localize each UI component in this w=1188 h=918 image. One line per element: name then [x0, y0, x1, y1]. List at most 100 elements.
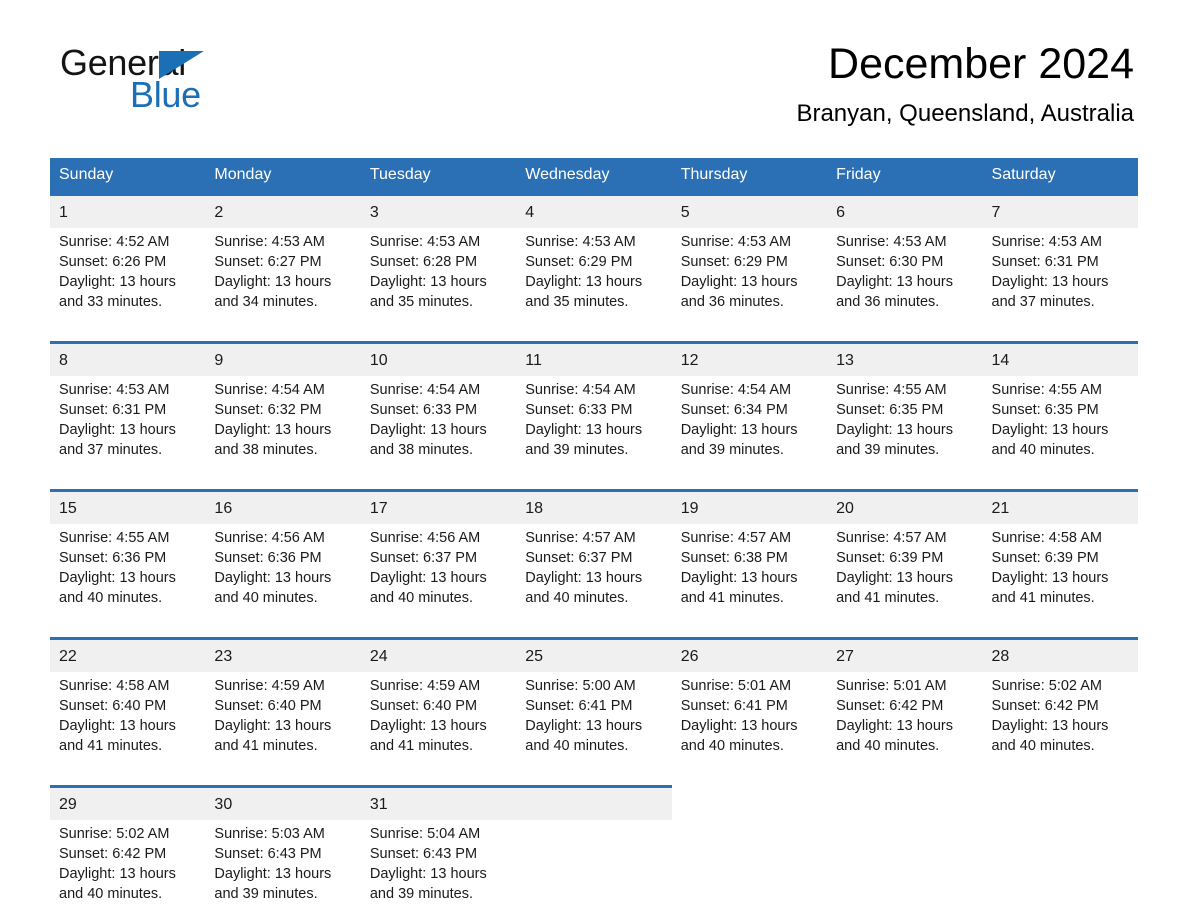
day-cell[interactable]: Sunrise: 4:54 AM Sunset: 6:33 PM Dayligh…: [516, 376, 672, 472]
day-number[interactable]: 1: [50, 193, 206, 228]
day-number[interactable]: 17: [360, 489, 517, 524]
weekday-header-thursday: Thursday: [671, 158, 828, 195]
daylight-text-cont: and 36 minutes.: [836, 294, 940, 310]
day-number[interactable]: 3: [360, 193, 517, 228]
sunrise-text: Sunrise: 5:00 AM: [525, 678, 636, 694]
day-cell[interactable]: Sunrise: 4:57 AM Sunset: 6:37 PM Dayligh…: [516, 524, 672, 620]
sunrise-text: Sunrise: 4:57 AM: [836, 530, 947, 546]
day-number[interactable]: 18: [516, 489, 672, 524]
daylight-text: Daylight: 13 hours: [991, 570, 1109, 586]
day-cell[interactable]: Sunrise: 5:01 AM Sunset: 6:41 PM Dayligh…: [671, 672, 828, 768]
day-cell[interactable]: Sunrise: 4:53 AM Sunset: 6:29 PM Dayligh…: [671, 228, 828, 324]
day-cell[interactable]: Sunrise: 4:56 AM Sunset: 6:37 PM Dayligh…: [360, 524, 517, 620]
sunset-text: Sunset: 6:43 PM: [369, 846, 478, 862]
sunset-text: Sunset: 6:28 PM: [369, 254, 478, 270]
day-number[interactable]: 28: [982, 637, 1138, 672]
day-number[interactable]: 30: [205, 785, 361, 820]
day-cell[interactable]: Sunrise: 4:53 AM Sunset: 6:31 PM Dayligh…: [982, 228, 1138, 324]
day-number[interactable]: 6: [827, 193, 983, 228]
weekday-header-tuesday: Tuesday: [360, 158, 517, 195]
sunset-text: Sunset: 6:31 PM: [991, 254, 1099, 270]
day-number[interactable]: 31: [360, 785, 517, 820]
day-number[interactable]: [516, 785, 672, 820]
week-spacer: [50, 768, 1138, 787]
day-cell[interactable]: Sunrise: 5:04 AM Sunset: 6:43 PM Dayligh…: [360, 820, 517, 916]
day-number[interactable]: 12: [671, 341, 828, 376]
day-number[interactable]: 7: [982, 193, 1138, 228]
sunrise-text: Sunrise: 4:58 AM: [991, 530, 1102, 546]
day-cell[interactable]: Sunrise: 4:59 AM Sunset: 6:40 PM Dayligh…: [360, 672, 517, 768]
day-number[interactable]: 19: [671, 489, 828, 524]
day-number[interactable]: 9: [205, 341, 361, 376]
sunrise-text: Sunrise: 4:53 AM: [214, 234, 325, 250]
day-cell[interactable]: Sunrise: 4:52 AM Sunset: 6:26 PM Dayligh…: [50, 228, 206, 324]
day-cell[interactable]: Sunrise: 5:02 AM Sunset: 6:42 PM Dayligh…: [50, 820, 206, 916]
daylight-text: Daylight: 13 hours: [59, 866, 176, 882]
day-number[interactable]: 23: [205, 637, 361, 672]
week-row-details: Sunrise: 4:53 AM Sunset: 6:31 PM Dayligh…: [50, 376, 1138, 472]
brand-logo: General Blue: [60, 45, 320, 125]
daylight-text: Daylight: 13 hours: [369, 570, 487, 586]
day-number[interactable]: 25: [516, 637, 672, 672]
weekday-header-monday: Monday: [205, 158, 361, 195]
sunrise-text: Sunrise: 4:56 AM: [214, 530, 325, 546]
day-number[interactable]: 24: [360, 637, 517, 672]
day-cell[interactable]: Sunrise: 5:03 AM Sunset: 6:43 PM Dayligh…: [205, 820, 361, 916]
sunset-text: Sunset: 6:39 PM: [836, 550, 944, 566]
day-cell[interactable]: Sunrise: 5:02 AM Sunset: 6:42 PM Dayligh…: [982, 672, 1138, 768]
day-cell[interactable]: Sunrise: 4:53 AM Sunset: 6:30 PM Dayligh…: [827, 228, 983, 324]
weekday-header-sunday: Sunday: [50, 158, 206, 195]
sunset-text: Sunset: 6:41 PM: [525, 698, 633, 714]
daylight-text: Daylight: 13 hours: [59, 422, 176, 438]
empty-day-cell: [671, 786, 828, 820]
day-cell[interactable]: Sunrise: 5:01 AM Sunset: 6:42 PM Dayligh…: [827, 672, 983, 768]
daylight-text: Daylight: 13 hours: [59, 570, 176, 586]
day-number[interactable]: 16: [205, 489, 361, 524]
daylight-text: Daylight: 13 hours: [369, 718, 487, 734]
day-cell[interactable]: Sunrise: 4:58 AM Sunset: 6:39 PM Dayligh…: [982, 524, 1138, 620]
day-number[interactable]: 29: [50, 785, 206, 820]
day-cell[interactable]: Sunrise: 4:55 AM Sunset: 6:35 PM Dayligh…: [982, 376, 1138, 472]
day-cell[interactable]: Sunrise: 4:53 AM Sunset: 6:29 PM Dayligh…: [516, 228, 672, 324]
daylight-text-cont: and 34 minutes.: [214, 294, 318, 310]
day-number[interactable]: 8: [50, 341, 206, 376]
daylight-text: Daylight: 13 hours: [525, 570, 643, 586]
day-number[interactable]: 5: [671, 193, 828, 228]
day-number[interactable]: 15: [50, 489, 206, 524]
day-cell[interactable]: Sunrise: 4:53 AM Sunset: 6:28 PM Dayligh…: [360, 228, 517, 324]
day-number[interactable]: 2: [205, 193, 361, 228]
sunrise-text: Sunrise: 4:55 AM: [59, 530, 170, 546]
day-cell[interactable]: Sunrise: 4:57 AM Sunset: 6:39 PM Dayligh…: [827, 524, 983, 620]
day-number[interactable]: 4: [516, 193, 672, 228]
day-cell[interactable]: Sunrise: 4:54 AM Sunset: 6:33 PM Dayligh…: [360, 376, 517, 472]
day-number[interactable]: 14: [982, 341, 1138, 376]
daylight-text-cont: and 37 minutes.: [59, 442, 163, 458]
day-cell[interactable]: Sunrise: 4:54 AM Sunset: 6:34 PM Dayligh…: [671, 376, 828, 472]
day-cell[interactable]: Sunrise: 4:58 AM Sunset: 6:40 PM Dayligh…: [50, 672, 206, 768]
day-cell[interactable]: Sunrise: 4:56 AM Sunset: 6:36 PM Dayligh…: [205, 524, 361, 620]
day-cell[interactable]: Sunrise: 4:53 AM Sunset: 6:27 PM Dayligh…: [205, 228, 361, 324]
sunrise-text: Sunrise: 4:55 AM: [991, 382, 1102, 398]
day-number[interactable]: 10: [360, 341, 517, 376]
day-cell[interactable]: Sunrise: 4:54 AM Sunset: 6:32 PM Dayligh…: [205, 376, 361, 472]
day-cell[interactable]: Sunrise: 5:00 AM Sunset: 6:41 PM Dayligh…: [516, 672, 672, 768]
week-row-details: Sunrise: 4:58 AM Sunset: 6:40 PM Dayligh…: [50, 672, 1138, 768]
sunrise-text: Sunrise: 5:02 AM: [59, 826, 170, 842]
day-number[interactable]: 26: [671, 637, 828, 672]
day-number[interactable]: 27: [827, 637, 983, 672]
day-number[interactable]: 22: [50, 637, 206, 672]
day-cell[interactable]: Sunrise: 4:55 AM Sunset: 6:35 PM Dayligh…: [827, 376, 983, 472]
day-number[interactable]: 11: [516, 341, 672, 376]
day-cell[interactable]: Sunrise: 4:53 AM Sunset: 6:31 PM Dayligh…: [50, 376, 206, 472]
day-cell[interactable]: Sunrise: 4:59 AM Sunset: 6:40 PM Dayligh…: [205, 672, 361, 768]
sunrise-text: Sunrise: 4:53 AM: [680, 234, 792, 250]
day-cell[interactable]: Sunrise: 4:57 AM Sunset: 6:38 PM Dayligh…: [671, 524, 828, 620]
day-cell[interactable]: Sunrise: 4:55 AM Sunset: 6:36 PM Dayligh…: [50, 524, 206, 620]
day-number[interactable]: 20: [827, 489, 983, 524]
sunrise-text: Sunrise: 5:03 AM: [214, 826, 325, 842]
sunset-text: Sunset: 6:42 PM: [836, 698, 944, 714]
day-number[interactable]: 13: [827, 341, 983, 376]
daylight-text: Daylight: 13 hours: [680, 422, 798, 438]
day-number[interactable]: 21: [982, 489, 1138, 524]
daylight-text-cont: and 40 minutes.: [525, 738, 629, 754]
